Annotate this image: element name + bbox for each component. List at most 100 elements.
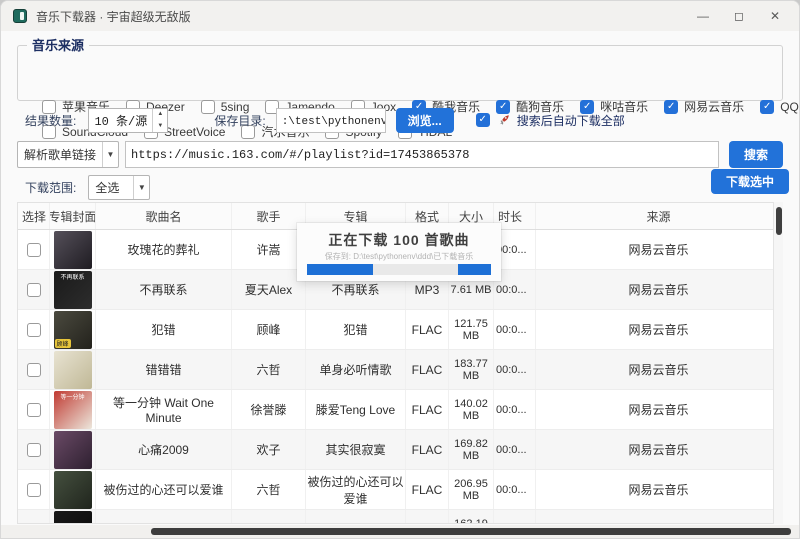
download-range-select[interactable]: 全选 ▼ <box>88 175 150 200</box>
row-select-checkbox[interactable] <box>27 483 41 497</box>
format-cell: FLAC <box>406 350 449 389</box>
dialog-title: 正在下载 100 首歌曲 <box>328 230 469 250</box>
header-artist[interactable]: 歌手 <box>232 203 306 229</box>
select-cell <box>18 470 50 509</box>
table-row[interactable]: 顾峰犯错顾峰犯错FLAC121.75 MB00:0...网易云音乐 <box>18 310 782 350</box>
vertical-scrollbar[interactable] <box>773 202 783 524</box>
source-cell: 网易云音乐 <box>536 270 782 309</box>
parse-mode-select[interactable]: 解析歌单链接 ▼ <box>17 141 119 168</box>
horizontal-scrollbar-thumb[interactable] <box>151 528 791 535</box>
album-cover-badge: 顾峰 <box>55 339 71 348</box>
size-cell: 162.19 MB <box>449 510 494 523</box>
album-cover <box>54 351 92 389</box>
download-progressbar <box>307 264 491 275</box>
source-cell: 网易云音乐 <box>536 470 782 509</box>
album-cover <box>54 431 92 469</box>
source-cell: 网易云音乐 <box>536 510 782 523</box>
maximize-button[interactable]: ◻ <box>721 3 757 29</box>
horizontal-scrollbar[interactable] <box>1 525 799 538</box>
stepper-down-icon[interactable]: ▼ <box>153 120 167 132</box>
source-cell: 网易云音乐 <box>536 230 782 269</box>
playlist-url-input[interactable]: https://music.163.com/#/playlist?id=1745… <box>125 141 719 168</box>
source-label: QQ音乐 <box>780 98 800 115</box>
size-cell: 121.75 MB <box>449 310 494 349</box>
duration-cell: 00:0... <box>494 430 536 469</box>
duration-cell: 00:0... <box>494 390 536 429</box>
song-name-cell: 玫瑰花的葬礼 <box>96 230 232 269</box>
duration-cell: 00:0... <box>494 310 536 349</box>
source-cell: 网易云音乐 <box>536 390 782 429</box>
table-row[interactable]: 被伤过的心还可以爱谁六哲被伤过的心还可以爱谁FLAC206.95 MB00:0.… <box>18 470 782 510</box>
download-range-label: 下载范围: <box>25 179 76 196</box>
artist-cell: 许嵩 <box>232 230 306 269</box>
browse-button[interactable]: 浏览... <box>396 108 454 133</box>
song-name-cell: 被伤过的心还可以爱谁 <box>96 470 232 509</box>
album-cell: 其实很寂寞 <box>306 430 406 469</box>
album-cover <box>54 231 92 269</box>
auto-download-checkbox[interactable]: ✓ <box>476 113 490 127</box>
download-selected-button[interactable]: 下载选中 <box>711 169 789 194</box>
album-cover <box>54 511 92 524</box>
table-row[interactable]: 离开的温柔马天宇自言自语FLAC162.19 MB00:0网易云音乐 <box>18 510 782 523</box>
format-cell: FLAC <box>406 390 449 429</box>
row-select-checkbox[interactable] <box>27 403 41 417</box>
sources-groupbox: 苹果音乐Deezer5singJamendoJoox✓酷我音乐✓酷狗音乐✓咪咕音… <box>17 45 783 101</box>
artist-cell: 徐誉滕 <box>232 390 306 429</box>
duration-cell: 00:0... <box>494 350 536 389</box>
table-row[interactable]: 等一分钟等一分钟 Wait One Minute徐誉滕滕爱Teng LoveFL… <box>18 390 782 430</box>
duration-cell: 00:0 <box>494 510 536 523</box>
cover-cell: 不再联系 <box>50 270 96 309</box>
title-bar: 音乐下载器 · 宇宙超级无敌版 — ◻ ✕ <box>1 1 799 31</box>
result-count-stepper[interactable]: 10 条/源 ▲▼ <box>88 108 168 133</box>
album-cell: 单身必听情歌 <box>306 350 406 389</box>
row-select-checkbox[interactable] <box>27 323 41 337</box>
table-row[interactable]: 心痛2009欢子其实很寂寞FLAC169.82 MB00:0...网易云音乐 <box>18 430 782 470</box>
row-select-checkbox[interactable] <box>27 523 41 524</box>
format-cell: FLAC <box>406 430 449 469</box>
album-cell: 自言自语 <box>306 510 406 523</box>
vertical-scrollbar-thumb[interactable] <box>776 207 782 235</box>
row-select-checkbox[interactable] <box>27 363 41 377</box>
header-source[interactable]: 来源 <box>536 203 782 229</box>
save-dir-input[interactable]: :\test\pythonenv\ddd\已下载音乐 <box>276 108 386 133</box>
select-cell <box>18 270 50 309</box>
artist-cell: 六哲 <box>232 350 306 389</box>
header-song[interactable]: 歌曲名 <box>96 203 232 229</box>
minimize-button[interactable]: — <box>685 3 721 29</box>
song-name-cell: 犯错 <box>96 310 232 349</box>
artist-cell: 马天宇 <box>232 510 306 523</box>
header-cover[interactable]: 专辑封面 <box>50 203 96 229</box>
select-cell <box>18 430 50 469</box>
source-cell: 网易云音乐 <box>536 430 782 469</box>
stepper-arrows[interactable]: ▲▼ <box>152 109 167 132</box>
select-cell <box>18 230 50 269</box>
header-select[interactable]: 选择 <box>18 203 50 229</box>
row-select-checkbox[interactable] <box>27 283 41 297</box>
row-select-checkbox[interactable] <box>27 243 41 257</box>
cover-cell <box>50 470 96 509</box>
song-name-cell: 离开的温柔 <box>96 510 232 523</box>
download-range-value: 全选 <box>89 179 133 196</box>
result-count-label: 结果数量: <box>25 112 76 129</box>
artist-cell: 顾峰 <box>232 310 306 349</box>
album-cell: 被伤过的心还可以爱谁 <box>306 470 406 509</box>
select-cell <box>18 390 50 429</box>
progress-segment <box>458 264 491 275</box>
format-cell: FLAC <box>406 470 449 509</box>
table-row[interactable]: 错错错六哲单身必听情歌FLAC183.77 MB00:0...网易云音乐 <box>18 350 782 390</box>
search-button[interactable]: 搜索 <box>729 141 783 168</box>
cover-cell: 等一分钟 <box>50 390 96 429</box>
album-cover: 顾峰 <box>54 311 92 349</box>
duration-cell: 00:0... <box>494 470 536 509</box>
stepper-up-icon[interactable]: ▲ <box>153 109 167 121</box>
size-cell: 169.82 MB <box>449 430 494 469</box>
parse-mode-value: 解析歌单链接 <box>18 146 102 163</box>
album-cell: 犯错 <box>306 310 406 349</box>
song-name-cell: 等一分钟 Wait One Minute <box>96 390 232 429</box>
album-cover: 不再联系 <box>54 271 92 309</box>
size-cell: 183.77 MB <box>449 350 494 389</box>
close-button[interactable]: ✕ <box>757 3 793 29</box>
row-select-checkbox[interactable] <box>27 443 41 457</box>
select-cell <box>18 310 50 349</box>
song-name-cell: 不再联系 <box>96 270 232 309</box>
